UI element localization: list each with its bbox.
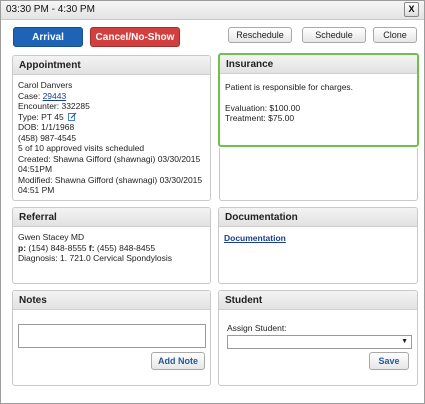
treatment-charge: Treatment: $75.00 — [225, 113, 295, 123]
insurance-note: Patient is responsible for charges. — [225, 82, 354, 92]
referral-fax: (455) 848-8455 — [94, 242, 156, 253]
referring-doctor: Gwen Stacey MD — [18, 232, 85, 242]
appointment-type: Type: PT 45 — [18, 111, 64, 122]
appointment-details: Carol Danvers Case: 29443 Encounter: 332… — [13, 75, 210, 201]
visits-scheduled: 5 of 10 approved visits scheduled — [18, 143, 145, 153]
student-select[interactable]: ▼ — [227, 335, 412, 349]
phone-label: p: — [18, 242, 27, 253]
appointment-panel: Appointment Carol Danvers Case: 29443 En… — [12, 55, 211, 201]
add-note-button[interactable]: Add Note — [151, 352, 205, 370]
save-student-button[interactable]: Save — [369, 352, 409, 370]
referral-phone: (154) 848-8555 — [26, 242, 89, 253]
student-panel: Student Assign Student: ▼ Save — [218, 290, 418, 386]
title-bar: 03:30 PM - 4:30 PM X — [0, 0, 425, 20]
insurance-panel: Insurance Patient is responsible for cha… — [218, 53, 419, 147]
diagnosis: Diagnosis: 1. 721.0 Cervical Spondylosis — [18, 253, 173, 263]
edit-icon[interactable] — [68, 112, 77, 121]
modified-info: Modified: Shawna Gifford (shawnagi) 03/3… — [18, 174, 203, 196]
created-info: Created: Shawna Gifford (shawnagi) 03/30… — [18, 153, 201, 175]
assign-student-label: Assign Student: — [227, 323, 287, 333]
cancel-no-show-button[interactable]: Cancel/No-Show — [90, 27, 180, 47]
student-heading: Student — [219, 291, 417, 310]
notes-input[interactable] — [18, 324, 206, 348]
case-label: Case: — [18, 90, 43, 101]
referral-contact: p: (154) 848-8555 f: (455) 848-8455 — [18, 243, 205, 254]
arrival-button[interactable]: Arrival — [13, 27, 83, 47]
clone-button[interactable]: Clone — [373, 27, 417, 43]
notes-panel: Notes Add Note — [12, 290, 211, 386]
case-link[interactable]: 29443 — [43, 91, 67, 101]
dob: DOB: 1/1/1968 — [18, 122, 75, 132]
appointment-heading: Appointment — [13, 56, 210, 75]
patient-name: Carol Danvers — [18, 80, 73, 90]
case-line: Case: 29443 — [18, 91, 205, 102]
type-line: Type: PT 45 — [18, 112, 205, 123]
insurance-panel-extension — [219, 148, 418, 201]
encounter: Encounter: 332285 — [18, 101, 90, 111]
notes-heading: Notes — [13, 291, 210, 310]
documentation-panel: Documentation Documentation — [218, 207, 418, 284]
evaluation-charge: Evaluation: $100.00 — [225, 102, 301, 113]
window-title: 03:30 PM - 4:30 PM — [6, 4, 95, 15]
reschedule-button[interactable]: Reschedule — [228, 27, 292, 43]
documentation-link[interactable]: Documentation — [224, 233, 286, 243]
dropdown-arrow-icon: ▼ — [401, 338, 408, 345]
referral-panel: Referral Gwen Stacey MD p: (154) 848-855… — [12, 207, 211, 284]
schedule-button[interactable]: Schedule — [302, 27, 366, 43]
documentation-heading: Documentation — [219, 208, 417, 227]
referral-heading: Referral — [13, 208, 210, 227]
close-button[interactable]: X — [404, 2, 419, 17]
patient-phone: (458) 987-4545 — [18, 132, 77, 143]
insurance-heading: Insurance — [220, 55, 417, 74]
